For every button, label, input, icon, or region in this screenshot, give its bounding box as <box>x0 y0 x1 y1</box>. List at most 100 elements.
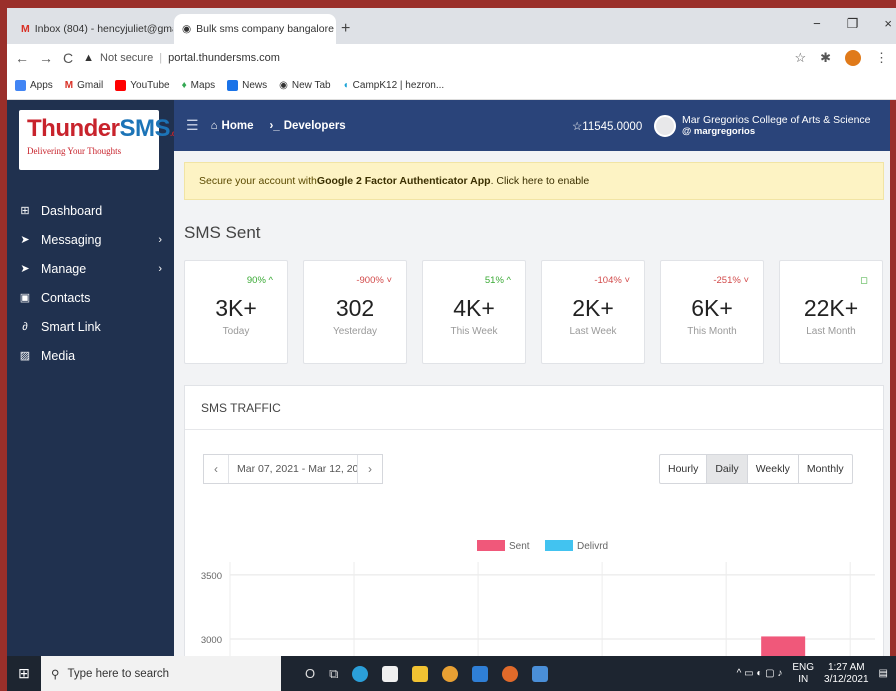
period-daily-button[interactable]: Daily <box>707 455 748 483</box>
sidebar-item-contacts[interactable]: ▣ Contacts <box>7 283 174 312</box>
tab-gmail[interactable]: M Inbox (804) - hencyjuliet@gmail... x <box>13 14 173 44</box>
edge-icon[interactable] <box>352 665 369 682</box>
stat-card-last-week: -104% ˅ 2K+ Last Week <box>541 260 645 364</box>
y-tick-label: 3000 <box>201 635 222 646</box>
extensions-icon[interactable]: ✱ <box>820 50 831 66</box>
contacts-icon: ▣ <box>19 292 31 304</box>
mail-icon[interactable] <box>472 665 489 682</box>
app-icon[interactable] <box>502 665 519 682</box>
period-monthly-button[interactable]: Monthly <box>799 455 852 483</box>
bookmark-maps[interactable]: ♦ Maps <box>182 80 216 91</box>
menu-icon[interactable]: ⋮ <box>875 50 888 66</box>
back-arrow-icon[interactable]: ← <box>15 50 29 66</box>
bookmark-gmail[interactable]: M Gmail <box>65 80 103 91</box>
prev-range-button[interactable]: ‹ <box>204 462 228 476</box>
bookmark-icon: ◻ <box>860 275 868 286</box>
sms-traffic-chart: SentDelivrd350030002500 <box>201 540 875 656</box>
avatar <box>654 114 676 137</box>
stat-card-yesterday: -900% ˅ 302 Yesterday <box>303 260 407 364</box>
taskbar-apps: O ⧉ <box>305 665 549 682</box>
task-view-icon[interactable]: ⧉ <box>329 666 338 682</box>
new-tab-button[interactable]: + <box>341 20 350 38</box>
tab-title: Bulk sms company bangalore - ... <box>196 23 336 35</box>
warning-icon: ▲ <box>83 52 95 64</box>
stat-label: This Month <box>687 326 737 337</box>
stat-card-today: 90% ^ 3K+ Today <box>184 260 288 364</box>
tray-icons[interactable]: ^ ▭ ◐ ▢ ♪ <box>737 668 783 679</box>
period-hourly-button[interactable]: Hourly <box>660 455 708 483</box>
bookmarks-bar: Apps M Gmail YouTube ♦ Maps News ◉ New Tab … <box>7 72 896 100</box>
language-indicator[interactable]: ENG IN <box>792 662 814 686</box>
windows-start-icon[interactable]: ⊞ <box>7 665 41 682</box>
sidebar-item-messaging[interactable]: ➤ Messaging › <box>7 225 174 254</box>
browser-window: M Inbox (804) - hencyjuliet@gmail... x ◉… <box>7 8 896 100</box>
stat-card-this-month: -251% ˅ 6K+ This Month <box>660 260 764 364</box>
sms-traffic-panel: SMS TRAFFIC ‹ Mar 07, 2021 - Mar 12, 202… <box>184 385 884 656</box>
sidebar-item-media[interactable]: ▨ Media <box>7 341 174 370</box>
media-icon: ▨ <box>19 350 31 362</box>
bookmark-youtube[interactable]: YouTube <box>115 80 170 91</box>
minimize-button[interactable]: − <box>813 16 821 32</box>
bar-sent <box>761 636 806 656</box>
next-range-button[interactable]: › <box>358 462 382 476</box>
star-icon[interactable]: ☆ <box>794 50 806 66</box>
stat-value: 302 <box>335 295 375 321</box>
address-bar: ← → C ▲ Not secure | portal.thundersms.c… <box>7 44 896 72</box>
nav-home[interactable]: ⌂ Home <box>211 120 254 132</box>
stat-cards: 90% ^ 3K+ Today -900% ˅ 302 Yesterday 51… <box>184 260 883 364</box>
news-icon <box>227 80 239 91</box>
chevron-right-icon: › <box>158 262 162 275</box>
chrome-icon[interactable] <box>442 665 459 682</box>
bookmark-apps[interactable]: Apps <box>15 80 53 91</box>
date-range-input[interactable]: Mar 07, 2021 - Mar 12, 202 <box>228 455 358 483</box>
taskbar-search[interactable]: ⚲ Type here to search <box>41 656 281 691</box>
explorer-icon[interactable] <box>412 665 429 682</box>
gmail-icon: M <box>64 80 74 91</box>
sidebar-menu: ⊞ Dashboard ➤ Messaging › ➤ Manage › ▣ C… <box>7 196 174 370</box>
system-tray: ^ ▭ ◐ ▢ ♪ ENG IN 1:27 AM 3/12/2021 ▤ <box>737 662 896 686</box>
period-weekly-button[interactable]: Weekly <box>748 455 799 483</box>
sidebar-item-smart-link[interactable]: ∂ Smart Link <box>7 312 174 341</box>
store-icon[interactable] <box>382 665 399 682</box>
2fa-notice[interactable]: Secure your account with Google 2 Factor… <box>184 162 884 200</box>
document-icon[interactable] <box>532 665 549 682</box>
hamburger-icon[interactable]: ☰ <box>186 117 199 134</box>
bookmark-news[interactable]: News <box>227 80 267 91</box>
cortana-icon[interactable]: O <box>305 666 315 681</box>
profile-icon[interactable] <box>845 50 861 66</box>
legend-label: Sent <box>509 541 530 552</box>
stat-value: 2K+ <box>572 295 614 321</box>
tab-thundersms[interactable]: ◉ Bulk sms company bangalore - ... x <box>174 14 336 44</box>
search-icon: ⚲ <box>51 668 60 681</box>
sidebar: ThunderSMS.com Delivering Your Thoughts … <box>7 100 187 656</box>
top-nav: ☰ ⌂ Home ›_ Developers ☆11545.0000 Mar Gre… <box>174 100 890 151</box>
maximize-button[interactable]: ❐ <box>847 16 859 32</box>
link-icon: ∂ <box>22 320 28 333</box>
tab-bar: M Inbox (804) - hencyjuliet@gmail... x ◉… <box>7 8 896 44</box>
notifications-icon[interactable]: ▤ <box>879 668 888 679</box>
thundersms-logo[interactable]: ThunderSMS.com Delivering Your Thoughts <box>19 110 187 170</box>
stat-label: Today <box>222 326 250 337</box>
clock[interactable]: 1:27 AM 3/12/2021 <box>824 662 869 686</box>
reload-icon[interactable]: C <box>63 50 73 66</box>
user-menu[interactable]: Mar Gregorios College of Arts & Science … <box>654 114 871 138</box>
sidebar-item-manage[interactable]: ➤ Manage › <box>7 254 174 283</box>
window-controls: − ❐ × <box>813 16 892 32</box>
stat-card-last-month: ◻ 22K+ Last Month <box>779 260 883 364</box>
forward-arrow-icon[interactable]: → <box>39 50 53 66</box>
globe-icon: ◉ <box>279 80 288 91</box>
bookmark-new-tab[interactable]: ◉ New Tab <box>279 80 330 91</box>
campk12-icon: ◖ <box>342 80 349 91</box>
url-field[interactable]: ▲ Not secure | portal.thundersms.com <box>83 52 784 64</box>
stat-label: Last Month <box>806 326 856 337</box>
change-badge: -104% ˅ <box>594 275 630 286</box>
stat-value: 3K+ <box>215 295 257 321</box>
change-badge: -900% ˅ <box>356 275 392 286</box>
sms-traffic-title: SMS TRAFFIC <box>185 386 883 430</box>
nav-developers[interactable]: ›_ Developers <box>269 120 345 132</box>
not-secure-label: Not secure <box>100 52 154 64</box>
bookmark-campk12[interactable]: ◖ CampK12 | hezron... <box>343 80 445 91</box>
close-window-button[interactable]: × <box>884 16 892 32</box>
globe-icon: ◉ <box>182 23 192 35</box>
sidebar-item-dashboard[interactable]: ⊞ Dashboard <box>7 196 174 225</box>
